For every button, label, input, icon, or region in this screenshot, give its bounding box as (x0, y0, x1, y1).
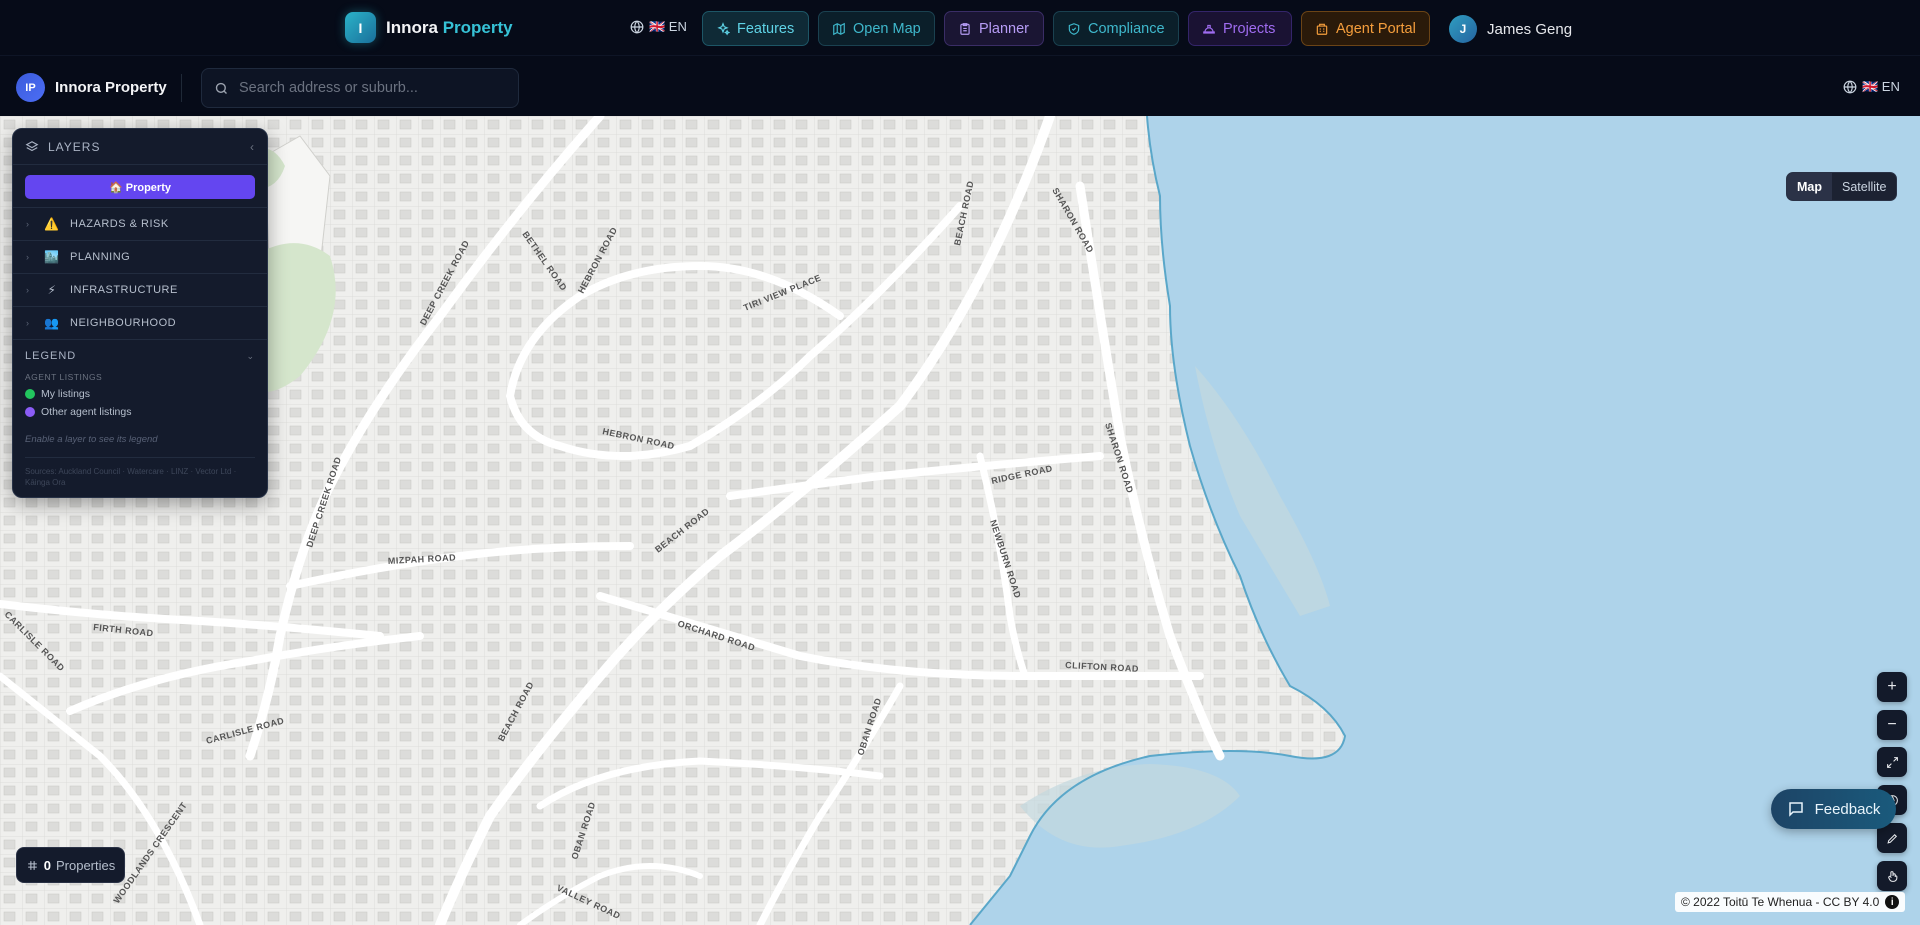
map-type-map-button[interactable]: Map (1787, 173, 1832, 200)
legend-title: LEGEND (25, 350, 77, 362)
people-icon: 👥 (44, 316, 60, 330)
planner-button[interactable]: Planner (944, 11, 1044, 46)
zoom-in-button[interactable]: + (1877, 672, 1907, 702)
sparkles-icon (717, 21, 730, 36)
fullscreen-button[interactable] (1877, 747, 1907, 777)
layer-group-planning[interactable]: › 🏙️ PLANNING (13, 240, 267, 273)
features-label: Features (737, 20, 795, 37)
brand-name: Innora Property (386, 18, 513, 38)
divider (181, 74, 182, 102)
layers-icon (25, 140, 39, 151)
chevron-right-icon: › (26, 252, 30, 262)
building-icon (1316, 23, 1328, 35)
sub-language-label: 🇬🇧 EN (1862, 79, 1900, 94)
user-name: James Geng (1487, 20, 1573, 38)
globe-icon (1843, 80, 1857, 94)
search-input[interactable] (239, 80, 499, 96)
layer-group-label: HAZARDS & RISK (70, 218, 169, 230)
properties-count: 0 (43, 857, 51, 873)
avatar: J (1449, 15, 1477, 43)
layers-title: LAYERS (48, 139, 101, 154)
grid-icon (27, 860, 37, 870)
search-icon (215, 82, 227, 94)
projects-button[interactable]: Projects (1188, 11, 1292, 46)
attribution-text: © 2022 Toitū Te Whenua - CC BY 4.0 (1681, 895, 1880, 909)
layer-group-hazards[interactable]: › ⚠️ HAZARDS & RISK (13, 207, 267, 240)
compliance-button[interactable]: Compliance (1053, 11, 1179, 46)
chevron-left-icon[interactable]: ‹ (250, 140, 255, 154)
warning-icon: ⚠️ (44, 217, 60, 231)
info-icon[interactable]: i (1885, 895, 1900, 909)
compliance-label: Compliance (1088, 20, 1165, 37)
hardhat-icon (1203, 24, 1215, 34)
language-label: 🇬🇧 EN (649, 19, 687, 34)
legend-note: Enable a layer to see its legend (25, 434, 158, 445)
legend-sources: Sources: Auckland Council · Watercare · … (25, 467, 237, 487)
shield-icon (1068, 22, 1080, 35)
legend-header[interactable]: LEGEND ⌄ (25, 350, 255, 362)
purple-dot-icon (25, 407, 35, 417)
chat-bubble-icon (1788, 802, 1803, 817)
properties-label: Properties (55, 857, 116, 873)
feedback-button[interactable]: Feedback (1771, 789, 1896, 829)
open-map-label: Open Map (853, 20, 921, 37)
expand-icon (1886, 756, 1898, 768)
brand-name-second: Property (442, 17, 513, 37)
green-dot-icon (25, 389, 35, 399)
map-attribution: © 2022 Toitū Te Whenua - CC BY 4.0 i (1675, 892, 1906, 912)
layer-group-label: NEIGHBOURHOOD (70, 317, 177, 329)
zoom-out-button[interactable]: − (1877, 710, 1907, 740)
chevron-right-icon: › (26, 285, 30, 295)
sub-brand-name: Innora Property (55, 79, 167, 96)
sub-brand[interactable]: IP Innora Property (16, 73, 167, 102)
top-navigation: I Innora Property 🇬🇧 EN Features Open Ma… (0, 0, 1920, 55)
map-toolbar: IP Innora Property 🇬🇧 EN (0, 55, 1920, 116)
agent-portal-button[interactable]: Agent Portal (1301, 11, 1430, 46)
pencil-icon (1886, 833, 1897, 844)
legend-item-label: Other agent listings (41, 406, 132, 418)
layers-header[interactable]: LAYERS ‹ (13, 129, 267, 165)
map-type-satellite-button[interactable]: Satellite (1832, 173, 1896, 200)
chevron-right-icon: › (26, 318, 30, 328)
open-map-button[interactable]: Open Map (818, 11, 935, 46)
legend-item-my-listings: My listings (25, 388, 255, 400)
search-box[interactable] (201, 68, 519, 108)
legend-subtitle: AGENT LISTINGS (25, 372, 103, 382)
map-icon (833, 22, 845, 35)
divider (25, 457, 255, 458)
user-menu[interactable]: J James Geng (1449, 15, 1572, 43)
chevron-down-icon[interactable]: ⌄ (246, 351, 255, 362)
layer-group-label: INFRASTRUCTURE (70, 284, 178, 296)
legend: LEGEND ⌄ AGENT LISTINGS My listings Othe… (13, 339, 267, 488)
layers-panel: LAYERS ‹ 🏠 Property › ⚠️ HAZARDS & RISK … (12, 128, 268, 498)
layer-group-neighbourhood[interactable]: › 👥 NEIGHBOURHOOD (13, 306, 267, 339)
agent-portal-label: Agent Portal (1336, 20, 1416, 37)
layer-group-infrastructure[interactable]: › ⚡ INFRASTRUCTURE (13, 273, 267, 306)
features-button[interactable]: Features (702, 11, 809, 46)
properties-counter[interactable]: 0 Properties (16, 847, 125, 883)
clipboard-icon (960, 22, 970, 35)
map-canvas[interactable]: DEEP CREEK ROAD DEEP CREEK ROAD BETHEL R… (0, 116, 1920, 925)
select-button[interactable] (1877, 861, 1907, 891)
layer-group-label: PLANNING (70, 251, 131, 263)
map-svg[interactable]: DEEP CREEK ROAD DEEP CREEK ROAD BETHEL R… (0, 116, 1920, 925)
sub-language-selector[interactable]: 🇬🇧 EN (1843, 79, 1900, 95)
projects-label: Projects (1223, 20, 1276, 37)
brand[interactable]: I Innora Property (345, 12, 513, 43)
brand-logo: I (345, 12, 376, 43)
sub-brand-logo: IP (16, 73, 45, 102)
lightning-icon: ⚡ (47, 283, 57, 297)
map-type-toggle: Map Satellite (1786, 172, 1898, 201)
legend-item-label: My listings (41, 388, 91, 400)
legend-item-other-listings: Other agent listings (25, 406, 255, 418)
globe-icon (630, 20, 644, 34)
feedback-label: Feedback (1814, 800, 1881, 818)
language-selector[interactable]: 🇬🇧 EN (630, 19, 687, 35)
chevron-right-icon: › (26, 219, 30, 229)
city-icon: 🏙️ (44, 250, 60, 264)
planner-label: Planner (979, 20, 1029, 37)
property-layer-button[interactable]: 🏠 Property (25, 175, 255, 199)
brand-name-first: Innora (386, 17, 438, 37)
hand-pointer-icon (1887, 870, 1897, 882)
